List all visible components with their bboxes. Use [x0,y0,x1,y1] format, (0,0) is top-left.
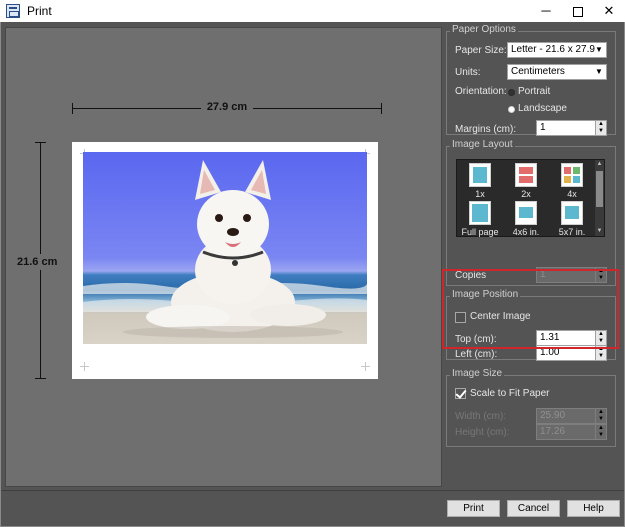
spin-down-icon[interactable]: ▼ [596,416,606,423]
left-label: Left (cm): [455,349,498,360]
title-bar: Print ─ ✕ [0,0,625,22]
chevron-down-icon: ▼ [595,45,603,54]
layout-1x-icon [469,163,491,187]
paper-size-select[interactable]: Letter - 21.6 x 27.9 ▼ [507,42,607,58]
layout-4x6-icon [515,201,537,225]
orientation-label: Orientation: [455,86,507,97]
puppy-photo-icon [83,160,367,338]
spinner-buttons[interactable]: ▲ ▼ [595,121,606,135]
height-dimension: 21.6 cm [17,142,58,379]
layout-tile-4x[interactable]: 4x [551,161,593,199]
layout-gallery: 1x 2x 4x Full page 4x6 in. 5x7 in. ▲ ▼ [456,159,605,237]
width-dimension: 27.9 cm [72,101,382,115]
image-size-group: Image Size Scale to Fit Paper Width (cm)… [446,368,616,447]
width-spinner[interactable]: 25.90 ▲ ▼ [536,408,607,424]
margins-spinner[interactable]: 1 ▲ ▼ [536,120,607,136]
maximize-button[interactable] [562,0,594,22]
help-button[interactable]: Help [567,500,620,517]
cancel-button[interactable]: Cancel [507,500,560,517]
chevron-down-icon: ▼ [595,67,603,76]
spin-up-icon[interactable]: ▲ [596,121,606,128]
layout-tile-label: 2x [521,189,531,199]
layout-tile-full-page[interactable]: Full page [459,199,501,237]
layout-5x7-icon [561,201,583,225]
width-dimension-label-wrap: 27.9 cm [72,101,382,113]
scroll-down-icon[interactable]: ▼ [595,227,604,236]
scrollbar-thumb[interactable] [596,171,603,207]
layout-tile-label: 5x7 in. [558,227,586,237]
image-position-highlight [442,269,619,349]
portrait-radio[interactable] [508,89,515,96]
width-dimension-label: 27.9 cm [200,101,254,113]
paper-options-group: Paper Options Paper Size: Letter - 21.6 … [446,24,616,136]
print-button[interactable]: Print [447,500,500,517]
layout-tile-label: 4x [567,189,577,199]
layout-tile-label: Full page [461,227,499,237]
units-value: Centimeters [511,66,565,77]
layout-4x-icon [561,163,583,187]
crop-mark-icon [80,362,89,371]
width-value: 25.90 [540,410,566,421]
maximize-icon [573,6,583,17]
height-value: 17.26 [540,426,566,437]
spinner-buttons[interactable]: ▲ ▼ [595,425,606,439]
width-label: Width (cm): [455,411,507,422]
crop-mark-icon [361,362,370,371]
landscape-label[interactable]: Landscape [518,103,567,114]
paper-size-value: Letter - 21.6 x 27.9 [511,44,595,55]
height-dimension-tick-top [35,142,46,143]
scroll-up-icon[interactable]: ▲ [595,160,604,169]
printer-app-icon [6,4,20,18]
spinner-buttons[interactable]: ▲ ▼ [595,409,606,423]
scale-to-fit-label[interactable]: Scale to Fit Paper [470,388,549,399]
image-size-title: Image Size [450,368,505,379]
close-button[interactable]: ✕ [593,0,625,22]
layout-tile-4x6[interactable]: 4x6 in. [505,199,547,237]
paper-size-label: Paper Size: [455,45,507,56]
spin-down-icon[interactable]: ▼ [596,353,606,360]
footer-divider [1,490,624,491]
spin-up-icon[interactable]: ▲ [596,409,606,416]
minimize-button[interactable]: ─ [530,0,562,22]
spin-down-icon[interactable]: ▼ [596,128,606,135]
print-dialog: 27.9 cm 21.6 cm Paper Options Paper Size… [0,22,625,527]
preview-image[interactable] [83,152,367,344]
portrait-label[interactable]: Portrait [518,86,550,97]
height-dimension-tick-bottom [35,378,46,379]
layout-scrollbar[interactable]: ▲ ▼ [595,160,604,236]
paper-options-title: Paper Options [450,24,518,35]
margins-value: 1 [540,122,546,133]
print-preview: 27.9 cm 21.6 cm [5,27,442,487]
layout-tile-5x7[interactable]: 5x7 in. [551,199,593,237]
layout-tile-label: 1x [475,189,485,199]
layout-full-page-icon [469,201,491,225]
units-select[interactable]: Centimeters ▼ [507,64,607,80]
image-layout-group: Image Layout 1x 2x 4x Full page 4x6 in. … [446,139,616,286]
window-title: Print [27,4,52,18]
spin-down-icon[interactable]: ▼ [596,432,606,439]
image-layout-title: Image Layout [450,139,515,150]
spin-up-icon[interactable]: ▲ [596,425,606,432]
layout-tile-1x[interactable]: 1x [459,161,501,199]
paper-sheet [72,142,378,379]
layout-2x-icon [515,163,537,187]
landscape-radio[interactable] [508,106,515,113]
height-dimension-label: 21.6 cm [17,254,58,270]
layout-tile-2x[interactable]: 2x [505,161,547,199]
scale-to-fit-checkbox[interactable] [455,388,466,399]
layout-tile-label: 4x6 in. [512,227,540,237]
margins-label: Margins (cm): [455,124,517,135]
height-spinner[interactable]: 17.26 ▲ ▼ [536,424,607,440]
height-label: Height (cm): [455,427,510,438]
units-label: Units: [455,67,481,78]
